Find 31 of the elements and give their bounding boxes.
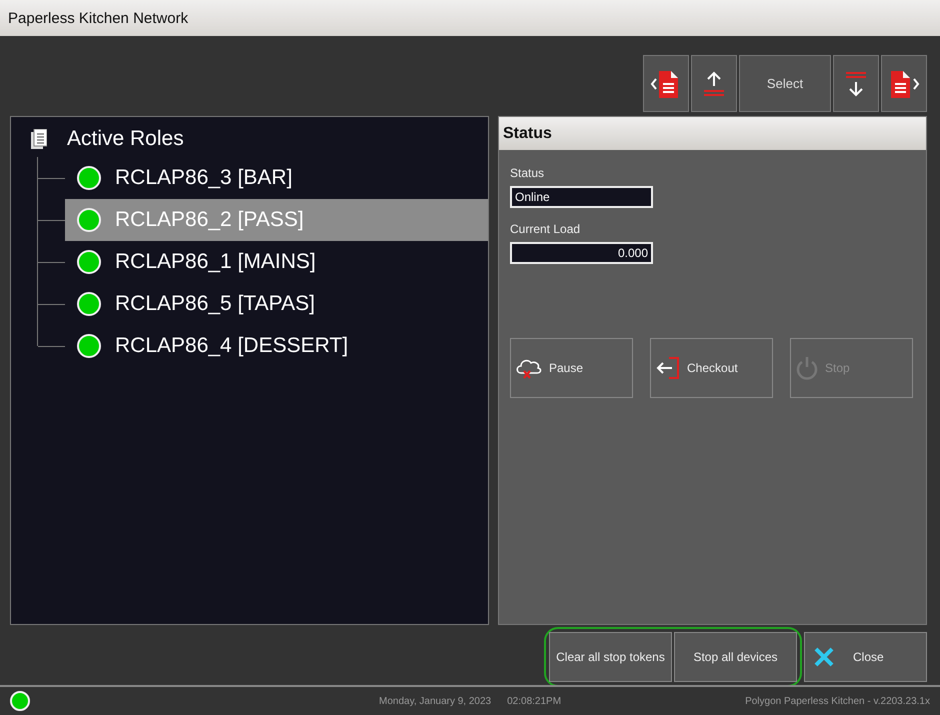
role-item[interactable]: RCLAP86_4 [DESSERT] [65, 325, 488, 368]
role-item[interactable]: RCLAP86_1 [MAINS] [65, 241, 488, 284]
prev-button[interactable] [643, 55, 689, 112]
panel-title: Status [503, 124, 552, 143]
action-button[interactable]: Stop all devices [674, 632, 797, 682]
tree-connector [37, 157, 65, 200]
action-button[interactable]: Clear all stop tokens [549, 632, 672, 682]
document-icon [31, 129, 47, 150]
field-label: Current Load [510, 222, 582, 236]
input-field[interactable]: 0.000 [510, 242, 653, 264]
date-text: Monday, January 9, 2023 [379, 696, 492, 707]
role-item[interactable]: RCLAP86_3 [BAR] [65, 157, 488, 200]
field-label: Status [510, 166, 546, 180]
exit-arrow-icon [655, 356, 681, 380]
role-item[interactable]: RCLAP86_2 [PASS] [65, 199, 488, 242]
tree-root-label: Active Roles [67, 127, 184, 152]
power-icon [795, 356, 819, 380]
pause-button[interactable]: Pause [510, 338, 633, 398]
role-item[interactable]: RCLAP86_5 [TAPAS] [65, 283, 488, 326]
checkout-button[interactable]: Checkout [650, 338, 773, 398]
next-button[interactable] [881, 55, 927, 112]
version-text: Polygon Paperless Kitchen - v.2203.23.1x [745, 696, 930, 707]
close-icon [813, 646, 835, 668]
tree-connector [37, 241, 65, 284]
input-field[interactable]: Online [510, 186, 653, 208]
select-button[interactable]: Select [739, 55, 831, 112]
move-down-icon [844, 70, 868, 98]
close-button[interactable]: Close [804, 632, 927, 682]
move-up-icon [702, 70, 726, 98]
time-text: 02:08:21PM [507, 696, 562, 707]
window-title: Paperless Kitchen Network [8, 10, 188, 27]
